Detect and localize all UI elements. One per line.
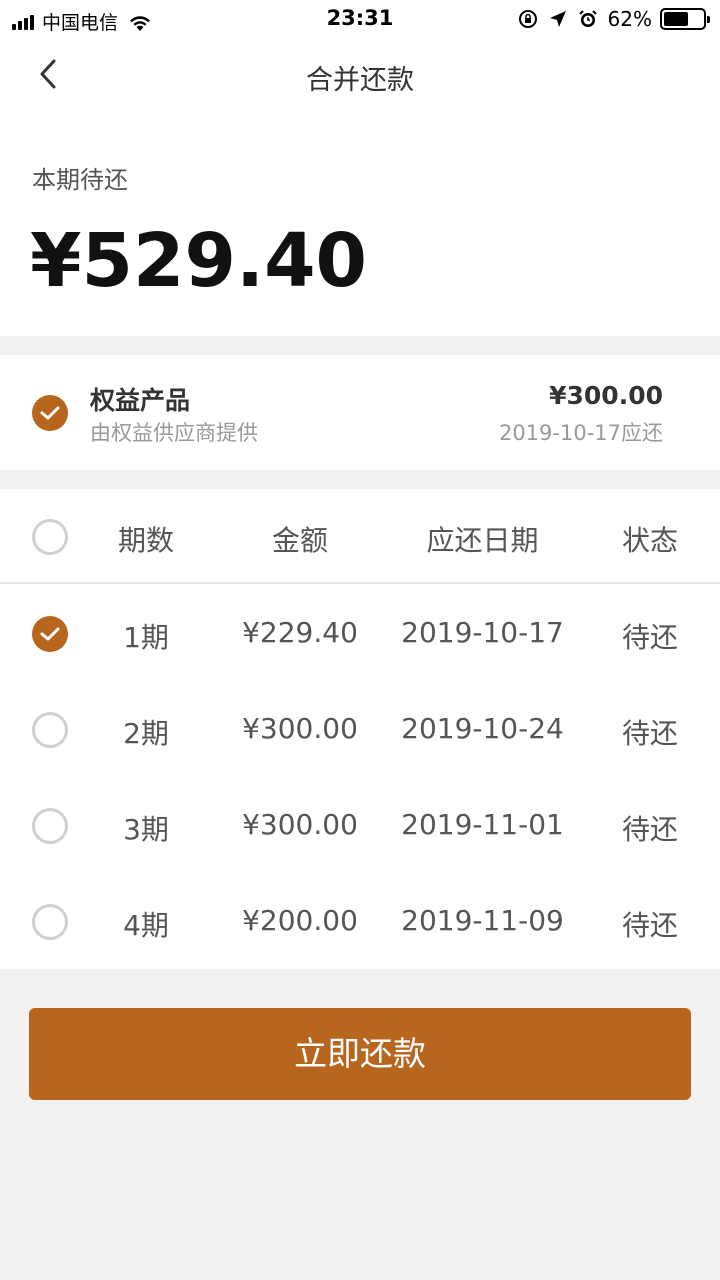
due-label: 本期待还: [32, 166, 128, 194]
checkmark-icon: [40, 406, 60, 420]
installment-table: 期数 金额 应还日期 状态 1期 ¥229.40 2019-10-17 待还 2…: [0, 489, 720, 969]
product-amount: ¥300.00: [549, 381, 663, 410]
row-period: 1期: [123, 621, 169, 654]
row-amount: ¥300.00: [242, 808, 358, 841]
battery-icon: [660, 8, 710, 30]
alarm-icon: [578, 9, 598, 29]
row-checkbox[interactable]: [32, 712, 68, 748]
row-checkbox[interactable]: [32, 808, 68, 844]
row-date: 2019-11-09: [401, 904, 564, 937]
due-section: 本期待还 ¥529.40: [0, 110, 720, 336]
table-row[interactable]: 1期 ¥229.40 2019-10-17 待还: [0, 586, 720, 682]
checkmark-icon: [40, 627, 60, 641]
battery-percent: 62%: [607, 7, 652, 31]
row-amount: ¥200.00: [242, 904, 358, 937]
header-period: 期数: [117, 524, 174, 557]
product-name: 权益产品: [90, 386, 191, 415]
pay-now-button[interactable]: 立即还款: [29, 1008, 691, 1100]
header-status: 状态: [621, 524, 678, 557]
battery-fill: [664, 12, 688, 26]
row-status: 待还: [621, 813, 678, 846]
product-checkbox[interactable]: [32, 395, 68, 431]
table-row[interactable]: 3期 ¥300.00 2019-11-01 待还: [0, 778, 720, 874]
header-amount: 金额: [271, 524, 328, 557]
table-row[interactable]: 4期 ¥200.00 2019-11-09 待还: [0, 874, 720, 970]
row-period: 2期: [123, 717, 169, 750]
status-right: 62%: [518, 7, 710, 31]
row-status: 待还: [621, 621, 678, 654]
row-status: 待还: [621, 909, 678, 942]
product-row[interactable]: 权益产品 由权益供应商提供 ¥300.00 2019-10-17应还: [0, 355, 720, 470]
due-amount: ¥529.40: [30, 218, 368, 304]
product-due-date: 2019-10-17应还: [498, 421, 663, 445]
row-period: 4期: [123, 909, 169, 942]
status-bar: 中国电信 23:31 62%: [0, 0, 720, 38]
row-date: 2019-10-17: [401, 616, 564, 649]
row-checkbox[interactable]: [32, 616, 68, 652]
header-date: 应还日期: [426, 524, 539, 557]
row-amount: ¥229.40: [242, 616, 358, 649]
row-date: 2019-11-01: [401, 808, 564, 841]
select-all-checkbox[interactable]: [32, 519, 68, 555]
page-title: 合并还款: [306, 65, 414, 96]
row-date: 2019-10-24: [401, 712, 564, 745]
row-checkbox[interactable]: [32, 904, 68, 940]
row-period: 3期: [123, 813, 169, 846]
row-amount: ¥300.00: [242, 712, 358, 745]
location-icon: [548, 9, 568, 29]
product-subtitle: 由权益供应商提供: [90, 421, 258, 445]
row-status: 待还: [621, 717, 678, 750]
table-header: 期数 金额 应还日期 状态: [0, 489, 720, 584]
table-row[interactable]: 2期 ¥300.00 2019-10-24 待还: [0, 682, 720, 778]
nav-bar: 合并还款: [0, 38, 720, 110]
orientation-lock-icon: [518, 9, 538, 29]
